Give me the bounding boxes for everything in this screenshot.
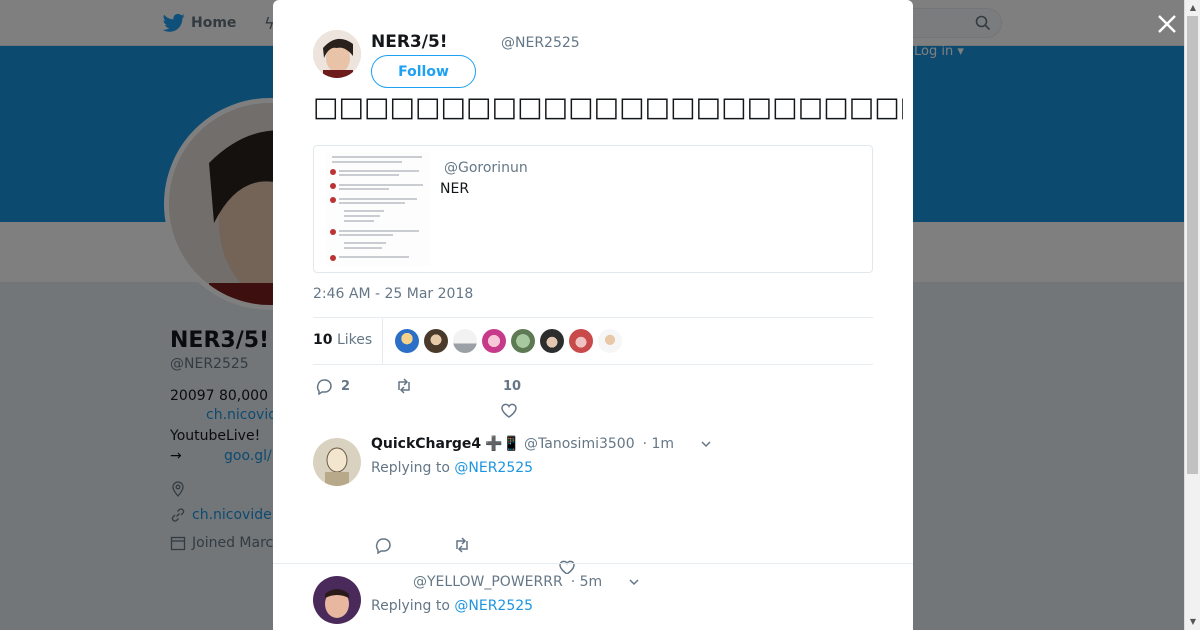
scroll-up-arrow-icon[interactable]: ▲: [1188, 3, 1198, 12]
replying-prefix: Replying to: [371, 460, 450, 476]
reply-time[interactable]: · 1m: [643, 436, 674, 452]
liker-avatar[interactable]: [511, 329, 535, 353]
reply-divider: [273, 563, 913, 564]
tweet-actions: 2 10: [313, 376, 873, 420]
reply-tweet[interactable]: QuickCharge4 ➕📱 @Tanosimi3500 · 1m Replyi…: [313, 436, 873, 575]
retweet-icon[interactable]: [453, 536, 471, 554]
reply-icon[interactable]: [374, 536, 392, 554]
quoted-tweet-image[interactable]: [326, 152, 430, 266]
liker-avatar[interactable]: [540, 329, 564, 353]
liker-avatar[interactable]: [453, 329, 477, 353]
quoted-tweet-text: NER: [440, 181, 470, 197]
tweet-timestamp[interactable]: 2:46 AM - 25 Mar 2018: [313, 286, 473, 302]
replying-to: Replying to @NER2525: [371, 460, 533, 476]
liker-avatar[interactable]: [424, 329, 448, 353]
quoted-tweet[interactable]: @Gororinun NER: [313, 145, 873, 273]
reply-avatar[interactable]: [313, 438, 361, 486]
author-name[interactable]: NER3/5!: [371, 32, 448, 52]
tweet-modal: NER3/5! @NER2525 Follow □□□□□□□□□□□□□□□□…: [273, 0, 913, 630]
replying-prefix: Replying to: [371, 598, 450, 614]
reply-author-handle[interactable]: @Tanosimi3500: [524, 436, 635, 452]
like-count: 10: [503, 379, 522, 394]
reply-count: 2: [341, 378, 351, 394]
liker-avatar[interactable]: [569, 329, 593, 353]
heart-icon[interactable]: [500, 401, 518, 419]
liker-avatar[interactable]: [482, 329, 506, 353]
replying-to: Replying to @NER2525: [371, 598, 533, 614]
reply-icon[interactable]: [315, 377, 333, 395]
reply-action[interactable]: 2: [315, 377, 350, 395]
likes-count[interactable]: 10 Likes: [313, 332, 372, 348]
reply-avatar[interactable]: [313, 576, 361, 624]
follow-button[interactable]: Follow: [371, 55, 476, 88]
author-handle[interactable]: @NER2525: [501, 35, 580, 51]
reply-author-name[interactable]: QuickCharge4: [371, 436, 481, 452]
quoted-tweet-handle: @Gororinun: [444, 160, 528, 176]
reply-time[interactable]: · 5m: [571, 574, 602, 590]
chevron-down-icon[interactable]: [628, 576, 640, 588]
replying-to-link[interactable]: @NER2525: [454, 460, 533, 476]
likes-divider: [382, 318, 383, 365]
chevron-down-icon[interactable]: [700, 438, 712, 450]
liker-avatar[interactable]: [598, 329, 622, 353]
page-scrollbar[interactable]: ▲ ▼: [1184, 0, 1200, 630]
liker-avatars: [395, 329, 622, 353]
reply-tweet[interactable]: @YELLOW_POWERRR · 5m Replying to @NER252…: [313, 574, 873, 630]
reply-author-handle[interactable]: @YELLOW_POWERRR: [413, 574, 563, 590]
scroll-down-arrow-icon[interactable]: ▼: [1188, 617, 1198, 626]
replying-to-link[interactable]: @NER2525: [454, 598, 533, 614]
liker-avatar[interactable]: [395, 329, 419, 353]
retweet-icon[interactable]: [395, 377, 413, 395]
phone-emoji-icon: ➕📱: [485, 436, 521, 452]
likes-label: Likes: [336, 332, 373, 348]
like-action[interactable]: [500, 401, 518, 419]
scrollbar-thumb[interactable]: [1187, 16, 1198, 474]
retweet-action[interactable]: [395, 377, 413, 395]
author-avatar[interactable]: [313, 30, 361, 78]
likes-count-number: 10: [313, 332, 333, 348]
like-count-label: 10: [503, 379, 521, 394]
close-icon[interactable]: [1155, 12, 1179, 36]
tweet-text: □□□□□□□□□□□□□□□□□□□□□□□□□□□□□□□□□□□□□□□□: [313, 92, 903, 123]
reply-header: QuickCharge4 ➕📱 @Tanosimi3500 · 1m: [371, 436, 712, 452]
reply-header: @YELLOW_POWERRR · 5m: [409, 574, 640, 590]
likes-row: 10 Likes: [313, 317, 873, 365]
